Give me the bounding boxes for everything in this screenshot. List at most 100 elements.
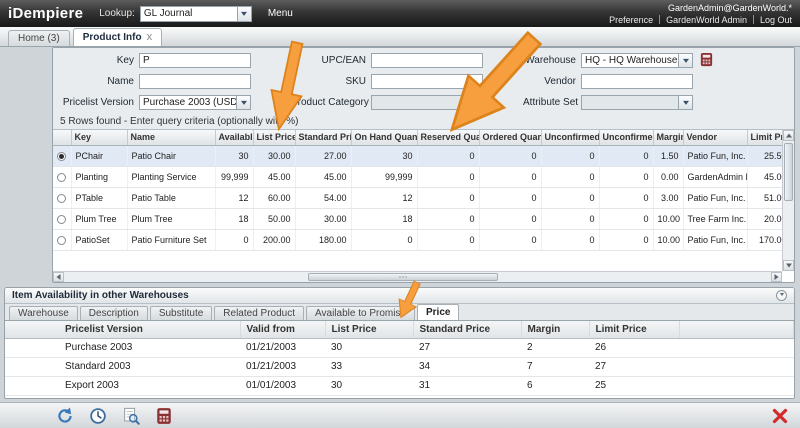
bottom-toolbar	[0, 402, 800, 428]
row-select-radio[interactable]	[57, 152, 66, 161]
price-column-limit-price[interactable]: Limit Price	[589, 321, 679, 338]
price-cell-pricelist-version: Export 2003	[5, 376, 240, 395]
column-header-unconfirmed-qty[interactable]: Unconfirmed Qty	[541, 130, 599, 145]
header-links: Preference GardenWorld Admin Log Out	[609, 14, 792, 26]
price-column-standard-price[interactable]: Standard Price	[413, 321, 521, 338]
column-header-select[interactable]	[53, 130, 71, 145]
chevron-down-icon	[237, 7, 251, 21]
price-row[interactable]: Standard 200301/21/20033334727	[5, 357, 794, 376]
result-row[interactable]: PatioSetPatio Furniture Set0200.00180.00…	[53, 229, 794, 250]
price-column-margin[interactable]: Margin	[521, 321, 589, 338]
scroll-right-button[interactable]	[771, 272, 782, 282]
vertical-scroll-thumb[interactable]	[784, 143, 793, 201]
row-select-cell[interactable]	[53, 229, 71, 250]
preference-link[interactable]: Preference	[609, 14, 653, 26]
tab-product-info[interactable]: Product Info x	[73, 28, 162, 46]
cell-unconfirmed-qty: 0	[541, 229, 599, 250]
vertical-scrollbar[interactable]	[782, 130, 794, 271]
scroll-down-button[interactable]	[783, 260, 794, 271]
cell-reserved-quantity: 0	[417, 229, 479, 250]
subtab-available-to-promise[interactable]: Available to Promise	[306, 306, 415, 320]
menu-button[interactable]: Menu	[268, 8, 293, 19]
price-cell-pricelist-version: Purchase 2003	[5, 338, 240, 357]
product-category-select-value	[372, 96, 468, 109]
price-row[interactable]: Export 200301/01/20033031625	[5, 376, 794, 395]
column-header-ordered-quantity[interactable]: Ordered Quantity	[479, 130, 541, 145]
column-header-standard-price[interactable]: Standard Price	[295, 130, 351, 145]
column-header-name[interactable]: Name	[127, 130, 215, 145]
tab-home[interactable]: Home (3)	[8, 30, 70, 46]
cell-unconfirmed-qty: 0	[541, 145, 599, 166]
window-tabbar: Home (3) Product Info x	[0, 27, 800, 47]
pricelist-version-select[interactable]: Purchase 2003 (USD)	[139, 95, 251, 110]
column-header-margin[interactable]: Margin	[653, 130, 683, 145]
result-row[interactable]: Plum TreePlum Tree1850.0030.0018000010.0…	[53, 208, 794, 229]
horizontal-scroll-thumb[interactable]	[308, 273, 498, 281]
result-row[interactable]: PTablePatio Table1260.0054.001200003.00P…	[53, 187, 794, 208]
cell-unconfirmed-moves: 0	[599, 187, 653, 208]
subtab-related-product[interactable]: Related Product	[214, 306, 304, 320]
column-header-unconfirmed-moves[interactable]: Unconfirmed Mo	[599, 130, 653, 145]
price-cell-filler	[679, 376, 794, 395]
history-button[interactable]	[87, 405, 109, 427]
vendor-input[interactable]	[581, 74, 693, 89]
attribute-set-select[interactable]	[581, 95, 693, 110]
column-header-available[interactable]: Available	[215, 130, 253, 145]
product-info-panel: Key UPC/EAN Warehouse HQ - HQ Warehouse	[52, 47, 795, 283]
key-input[interactable]	[139, 53, 251, 68]
cell-vendor: Patio Fun, Inc.	[683, 187, 747, 208]
subtab-description[interactable]: Description	[80, 306, 148, 320]
logout-link[interactable]: Log Out	[760, 14, 792, 26]
column-header-list-price[interactable]: List Price	[253, 130, 295, 145]
row-select-radio[interactable]	[57, 215, 66, 224]
scroll-up-button[interactable]	[783, 130, 794, 141]
field-vendor: Vendor	[523, 74, 788, 89]
price-row[interactable]: Purchase 200301/21/20033027226	[5, 338, 794, 357]
field-product-category: Product Category	[291, 95, 523, 110]
column-header-on-hand-quantity[interactable]: On Hand Quantity	[351, 130, 417, 145]
price-column-pricelist-version[interactable]: Pricelist Version	[5, 321, 240, 338]
subtab-price[interactable]: Price	[417, 304, 459, 320]
column-header-vendor[interactable]: Vendor	[683, 130, 747, 145]
close-window-button[interactable]	[770, 406, 790, 426]
name-input[interactable]	[139, 74, 251, 89]
row-select-cell[interactable]	[53, 208, 71, 229]
row-select-cell[interactable]	[53, 166, 71, 187]
price-column-list-price[interactable]: List Price	[325, 321, 413, 338]
calculator-button[interactable]	[698, 52, 715, 69]
calculator-toolbar-button[interactable]	[153, 405, 175, 427]
warehouse-select[interactable]: HQ - HQ Warehouse	[581, 53, 693, 68]
lookup-select[interactable]: GL Journal	[140, 6, 252, 22]
scroll-left-button[interactable]	[53, 272, 64, 282]
product-category-select[interactable]	[371, 95, 483, 110]
availability-title: Item Availability in other Warehouses	[12, 290, 189, 301]
refresh-button[interactable]	[54, 405, 76, 427]
price-column-valid-from[interactable]: Valid from	[240, 321, 325, 338]
result-row[interactable]: PChairPatio Chair3030.0027.003000001.50P…	[53, 145, 794, 166]
chevron-down-icon	[678, 96, 692, 109]
print-preview-button[interactable]	[120, 405, 142, 427]
close-tab-icon[interactable]: x	[147, 32, 153, 43]
cell-on-hand-quantity: 99,999	[351, 166, 417, 187]
results-table-region: Key Name Available List Price Standard P…	[53, 129, 794, 282]
column-header-key[interactable]: Key	[71, 130, 127, 145]
cell-name: Patio Chair	[127, 145, 215, 166]
row-select-cell[interactable]	[53, 187, 71, 208]
sku-input[interactable]	[371, 74, 483, 89]
result-row[interactable]: PlantingPlanting Service99,99945.0045.00…	[53, 166, 794, 187]
column-header-reserved-quantity[interactable]: Reserved Quantit	[417, 130, 479, 145]
collapse-panel-icon[interactable]	[776, 290, 787, 301]
field-pricelist-version: Pricelist Version Purchase 2003 (USD)	[59, 95, 291, 110]
subtab-substitute[interactable]: Substitute	[150, 306, 212, 320]
row-select-radio[interactable]	[57, 236, 66, 245]
clock-icon	[89, 407, 107, 425]
row-select-radio[interactable]	[57, 194, 66, 203]
row-select-cell[interactable]	[53, 145, 71, 166]
upc-input[interactable]	[371, 53, 483, 68]
row-select-radio[interactable]	[57, 173, 66, 182]
role-link[interactable]: GardenWorld Admin	[666, 14, 747, 26]
chevron-down-icon	[468, 96, 482, 109]
subtab-warehouse[interactable]: Warehouse	[9, 306, 78, 320]
header-right: GardenAdmin@GardenWorld.* Preference Gar…	[609, 2, 792, 26]
horizontal-scrollbar[interactable]	[53, 271, 782, 282]
